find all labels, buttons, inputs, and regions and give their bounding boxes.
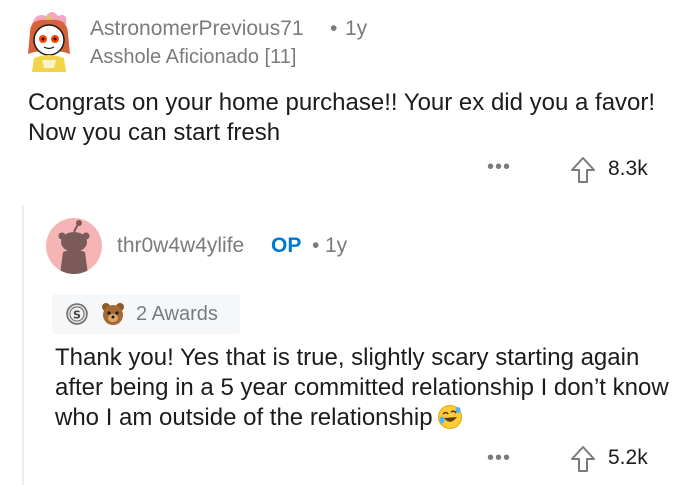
upvote-arrow-icon: [571, 157, 595, 183]
meta-separator: •: [312, 234, 320, 257]
upvote-button[interactable]: [570, 445, 596, 473]
vote-count: 5.2k: [608, 446, 648, 469]
vote-count: 8.3k: [608, 157, 648, 180]
meta-separator: •: [330, 17, 338, 40]
op-badge: OP: [271, 234, 302, 257]
upvote-arrow-icon: [571, 446, 595, 472]
upvote-button[interactable]: [570, 156, 596, 184]
reply-body: Thank you! Yes that is true, slightly sc…: [55, 343, 680, 433]
more-options-button[interactable]: •••: [487, 447, 511, 470]
ellipsis-icon: •••: [487, 156, 512, 178]
more-options-button[interactable]: •••: [487, 156, 511, 179]
silver-award-icon: S: [66, 303, 88, 325]
reply-body-text: Thank you! Yes that is true, slightly sc…: [55, 344, 669, 431]
rolling-on-floor-laughing-emoji-icon: [437, 404, 463, 430]
reply-username[interactable]: thr0w4w4ylife: [117, 234, 244, 258]
reply-age[interactable]: 1y: [325, 234, 347, 258]
comment-body: Congrats on your home purchase!! Your ex…: [28, 89, 656, 146]
avatar-illustration-icon: [28, 12, 70, 72]
comment-age[interactable]: 1y: [345, 17, 367, 41]
thread-line[interactable]: [22, 205, 24, 485]
bear-award-icon: [100, 301, 126, 327]
ellipsis-icon: •••: [487, 447, 512, 469]
user-avatar[interactable]: [46, 218, 102, 274]
svg-text:S: S: [73, 309, 81, 322]
user-flair: Asshole Aficionado [11]: [90, 46, 297, 68]
snoo-avatar-icon: [58, 220, 90, 274]
awards-count: 2 Awards: [136, 303, 218, 325]
user-avatar[interactable]: [20, 10, 78, 72]
comment-username[interactable]: AstronomerPrevious71: [90, 17, 304, 41]
